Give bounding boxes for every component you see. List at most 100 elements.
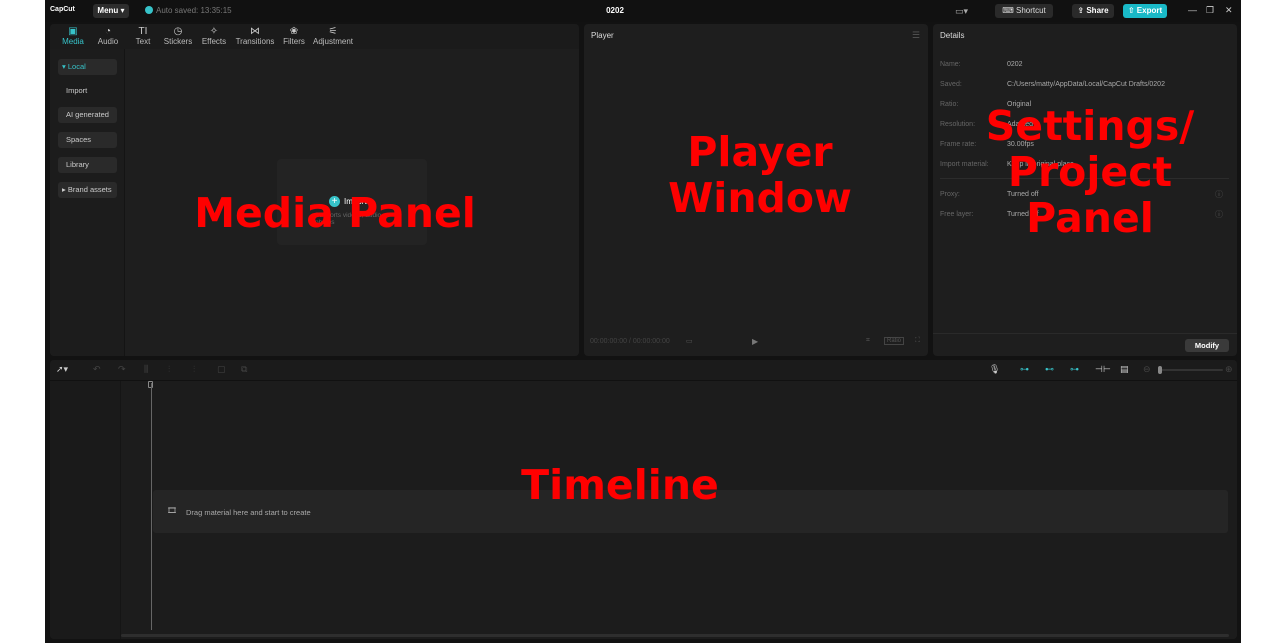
share-label: Share — [1086, 6, 1109, 15]
autosave-text: Auto saved: 13:35:15 — [156, 6, 232, 15]
detail-row-name: Name: 0202 — [940, 61, 1230, 73]
details-title: Details — [940, 31, 965, 40]
tab-media[interactable]: ▣ Media — [53, 24, 93, 46]
sidebar-item-label: Brand assets — [67, 185, 112, 194]
tab-adjustment-label: Adjustment — [312, 37, 354, 46]
tab-text[interactable]: TI Text — [123, 24, 163, 46]
tab-audio[interactable]: ◔ Audio — [88, 24, 128, 46]
autosave-icon — [145, 6, 153, 14]
menu-icon[interactable]: ☰ — [912, 30, 920, 41]
keyboard-icon: ⌨ — [1002, 6, 1016, 15]
split-right-icon[interactable]: ⫶ — [193, 364, 195, 375]
tab-effects[interactable]: ✧ Effects — [194, 24, 234, 46]
sidebar-item-library[interactable]: Library — [58, 157, 117, 173]
detail-value: C:/Users/matty/AppData/Local/CapCut Draf… — [1007, 81, 1165, 88]
tab-stickers[interactable]: ◷ Stickers — [158, 24, 198, 46]
play-icon[interactable]: ▶ — [752, 337, 758, 346]
transitions-icon: ⋈ — [250, 26, 260, 37]
zoom-in-icon[interactable]: ⊕ — [1225, 364, 1233, 375]
crop-icon[interactable]: ⧉ — [241, 364, 247, 375]
project-title: 0202 — [606, 6, 624, 15]
delete-icon[interactable]: ▢ — [217, 364, 226, 375]
timeline-scrollbar[interactable] — [121, 634, 1229, 637]
menu-button[interactable]: Menu ▾ — [93, 4, 129, 18]
layout-icon[interactable]: ▭▾ — [955, 6, 968, 17]
modify-button[interactable]: Modify — [1185, 339, 1229, 352]
text-icon: TI — [138, 26, 148, 37]
timeline-annotation: Timeline — [521, 461, 719, 509]
tab-media-label: Media — [62, 37, 84, 46]
effects-icon: ✧ — [209, 26, 219, 37]
split-left-icon[interactable]: ⫶ — [168, 364, 170, 375]
stickers-icon: ◷ — [173, 26, 183, 37]
player-controls: 00:00:00:00 / 00:00:00:00 ▭ ▶ ⌗ Ratio ⛶ — [584, 326, 928, 356]
undo-icon[interactable]: ↶ — [93, 364, 101, 375]
settings-panel-annotation: Settings/ Project Panel — [985, 102, 1195, 242]
tab-filters-label: Filters — [283, 37, 305, 46]
info-icon[interactable]: ⓘ — [1215, 209, 1223, 220]
microphone-icon[interactable]: 🎙 — [989, 364, 1000, 375]
capcut-window: CapCut Menu ▾ Auto saved: 13:35:15 0202 … — [45, 0, 1241, 643]
share-button[interactable]: ⇪ Share — [1072, 4, 1114, 18]
title-bar: CapCut Menu ▾ Auto saved: 13:35:15 0202 … — [45, 0, 1241, 22]
detail-row-saved: Saved: C:/Users/matty/AppData/Local/CapCu… — [940, 81, 1230, 93]
drop-hint: Drag material here and start to create — [186, 508, 311, 517]
player-window-annotation: Player Window — [668, 128, 852, 222]
detail-value: 0202 — [1007, 61, 1023, 68]
detail-label: Free layer: — [940, 211, 974, 218]
close-icon[interactable]: ✕ — [1225, 5, 1233, 16]
auto-snap-icon[interactable]: ⊷ — [1045, 364, 1054, 375]
linkage-icon[interactable]: ⊶ — [1070, 364, 1079, 375]
zoom-slider-handle[interactable] — [1158, 366, 1162, 374]
detail-label: Ratio: — [940, 101, 959, 108]
minimize-icon[interactable]: — — [1188, 5, 1197, 15]
timeline-toolbar: ➚▾ ↶ ↷ ⫼ ⫶ ⫶ ▢ ⧉ 🎙 ⊶ ⊷ ⊶ ⊣⊢ ▤ ⊖ ⊕ — [50, 360, 1237, 381]
details-footer: Modify — [933, 333, 1237, 356]
sidebar-item-spaces[interactable]: Spaces — [58, 132, 117, 148]
zoom-slider[interactable] — [1159, 369, 1223, 371]
export-button[interactable]: ⇧ Export — [1123, 4, 1167, 18]
tab-adjustment[interactable]: ⚟ Adjustment — [308, 24, 358, 46]
detail-label: Name: — [940, 61, 961, 68]
sidebar-item-local[interactable]: ▾ Local — [58, 59, 117, 75]
detail-label: Saved: — [940, 81, 962, 88]
tab-stickers-label: Stickers — [163, 37, 193, 46]
sidebar-item-label: Library — [66, 160, 89, 169]
split-icon[interactable]: ⫼ — [144, 364, 148, 375]
timeline-marker-icon[interactable]: ▭ — [686, 337, 693, 345]
adjustment-icon: ⚟ — [328, 26, 338, 37]
detail-label: Proxy: — [940, 191, 960, 198]
sidebar-item-brand-assets[interactable]: ▸ Brand assets — [58, 182, 117, 198]
info-icon[interactable]: ⓘ — [1215, 189, 1223, 200]
shortcut-button[interactable]: ⌨ Shortcut — [995, 4, 1053, 18]
shortcut-label: Shortcut — [1015, 6, 1046, 15]
fullscreen-icon[interactable]: ⛶ — [915, 337, 920, 345]
capcut-logo: CapCut — [50, 6, 75, 13]
caption-icon[interactable]: ▤ — [1120, 364, 1129, 375]
zoom-out-icon[interactable]: ⊖ — [1143, 364, 1151, 375]
film-icon: 🎞 — [167, 506, 178, 515]
sidebar-item-label: Spaces — [66, 135, 92, 144]
menu-button-label: Menu — [97, 6, 119, 15]
ratio-button[interactable]: Ratio — [884, 337, 905, 345]
autosave-status: Auto saved: 13:35:15 — [145, 6, 232, 15]
sidebar-item-label: AI generated — [66, 110, 109, 119]
redo-icon[interactable]: ↷ — [118, 364, 126, 375]
sidebar-item-label: Local — [67, 62, 86, 71]
tab-audio-label: Audio — [97, 37, 119, 46]
link-main-track-icon[interactable]: ⊶ — [1020, 364, 1029, 375]
select-tool-icon[interactable]: ➚▾ — [56, 364, 68, 375]
tab-effects-label: Effects — [201, 37, 227, 46]
tab-transitions[interactable]: ⋈ Transitions — [230, 24, 280, 46]
playhead[interactable] — [151, 383, 152, 630]
timecode: 00:00:00:00 / 00:00:00:00 — [590, 338, 670, 345]
media-panel-annotation: Media Panel — [194, 189, 476, 237]
fit-icon[interactable]: ⌗ — [866, 337, 870, 345]
sidebar-item-ai-generated[interactable]: AI generated — [58, 107, 117, 123]
timeline-track-headers — [50, 381, 121, 639]
media-icon: ▣ — [68, 26, 78, 37]
restore-icon[interactable]: ❐ — [1206, 5, 1214, 16]
sidebar-item-import[interactable]: Import — [58, 83, 117, 99]
preview-axis-icon[interactable]: ⊣⊢ — [1095, 364, 1111, 375]
sidebar-item-label: Import — [66, 86, 88, 95]
